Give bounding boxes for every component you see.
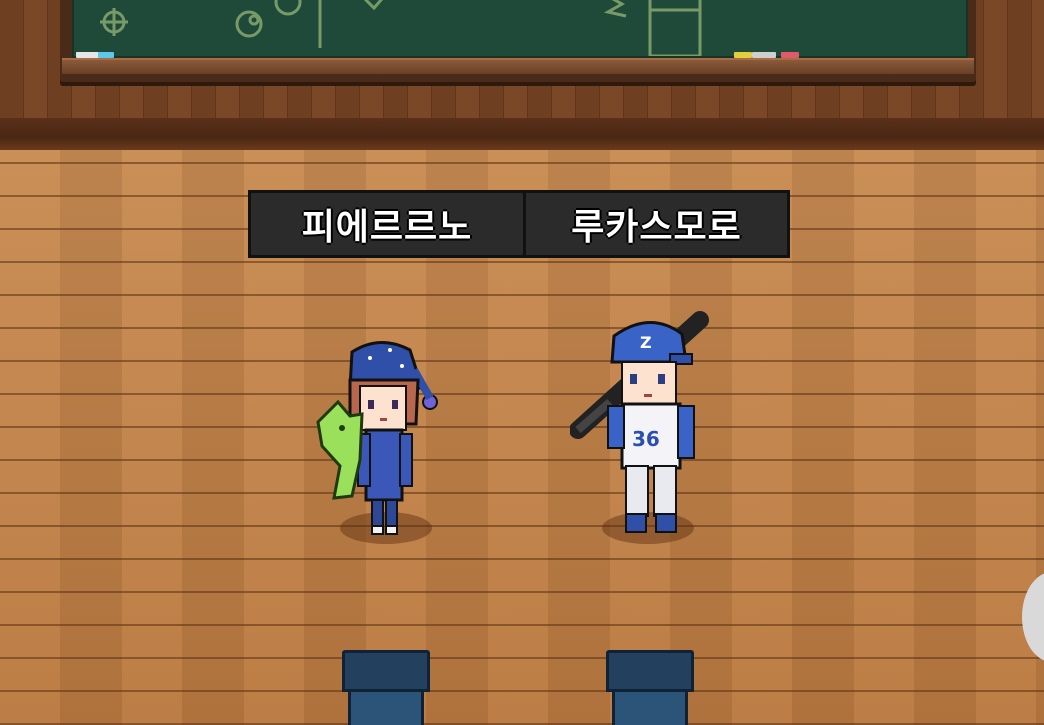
chalkboard xyxy=(72,0,968,58)
wall-baseboard xyxy=(0,118,1044,150)
chalk-yellow xyxy=(734,52,752,58)
chalk-drawings xyxy=(100,0,702,58)
chair-back xyxy=(606,650,694,692)
classroom-chair xyxy=(342,650,430,725)
chalk-ledge xyxy=(62,58,974,74)
player-name-plate-2: 루카스모로 xyxy=(523,190,790,258)
character-pierre[interactable] xyxy=(310,336,450,542)
chair-back xyxy=(342,650,430,692)
chalk-red xyxy=(781,52,799,58)
player-name-1: 피에르르노 xyxy=(301,207,473,248)
chalk-blue xyxy=(98,52,114,58)
cap-letter: Z xyxy=(640,333,652,352)
player-name-plate-1: 피에르르노 xyxy=(248,190,526,258)
chair-seat xyxy=(612,692,688,725)
player-name-2: 루카스모로 xyxy=(571,207,742,248)
character-lucas[interactable]: Z 36 xyxy=(570,310,720,540)
chalk-gray xyxy=(752,52,776,58)
jersey-number: 36 xyxy=(632,427,660,451)
classroom-chair xyxy=(606,650,694,725)
chair-seat xyxy=(348,692,424,725)
chalk-white xyxy=(76,52,100,58)
